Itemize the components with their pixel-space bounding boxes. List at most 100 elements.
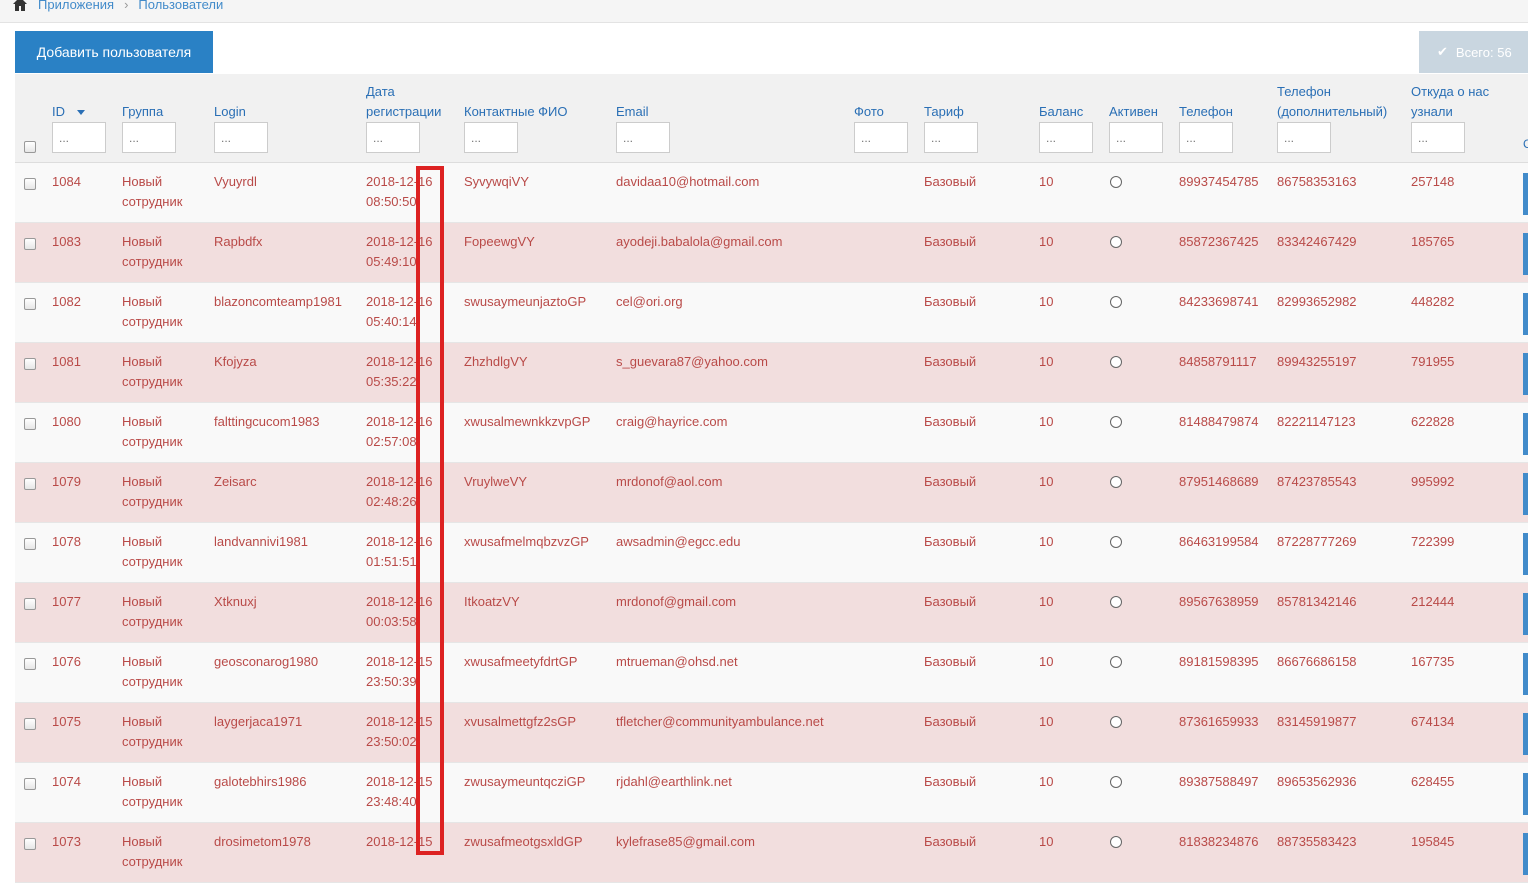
row-action-button[interactable] [1523,173,1528,215]
row-active-radio[interactable] [1110,656,1122,668]
column-header-active[interactable]: Активен [1109,102,1158,122]
row-checkbox[interactable] [24,658,36,670]
row-checkbox[interactable] [24,298,36,310]
row-email[interactable]: mrdonof@aol.com [616,472,722,492]
row-id[interactable]: 1077 [52,592,81,612]
column-header-fio[interactable]: Контактные ФИО [464,102,568,122]
row-id[interactable]: 1082 [52,292,81,312]
column-header-phone2-line2[interactable]: (дополнительный) [1277,102,1387,122]
row-login[interactable]: geosconarog1980 [214,652,318,672]
row-active-radio[interactable] [1110,776,1122,788]
row-active-radio[interactable] [1110,416,1122,428]
row-id[interactable]: 1078 [52,532,81,552]
row-id[interactable]: 1084 [52,172,81,192]
row-email[interactable]: craig@hayrice.com [616,412,727,432]
row-email[interactable]: s_guevara87@yahoo.com [616,352,768,372]
row-id[interactable]: 1080 [52,412,81,432]
row-login[interactable]: Zeisarc [214,472,257,492]
filter-id-input[interactable] [52,122,106,153]
row-action-button[interactable] [1523,653,1528,695]
row-login[interactable]: galotebhirs1986 [214,772,307,792]
row-action-button[interactable] [1523,353,1528,395]
column-header-source[interactable]: Откуда о нас [1411,82,1489,102]
column-header-phone2[interactable]: Телефон [1277,82,1331,102]
column-header-photo[interactable]: Фото [854,102,884,122]
row-id[interactable]: 1079 [52,472,81,492]
column-header-cut[interactable]: С [1523,134,1528,154]
row-action-button[interactable] [1523,233,1528,275]
breadcrumb-item-users[interactable]: Пользователи [138,0,223,11]
filter-tariff-input[interactable] [924,122,978,153]
filter-source-input[interactable] [1411,122,1465,153]
home-icon[interactable] [12,0,28,12]
filter-date-input[interactable] [366,122,420,153]
row-checkbox[interactable] [24,718,36,730]
table-row[interactable]: 1078 landvannivi1981 xwusafmelmqbzvzGP awsa… [15,523,1528,583]
table-row[interactable]: 1079 Zeisarc VruylweVY mrdonof@aol.com Базов… [15,463,1528,523]
column-header-group[interactable]: Группа [122,102,163,122]
table-row[interactable]: 1084 Vyuyrdl SyvywqiVY davidaa10@hotmail.co… [15,163,1528,223]
row-checkbox[interactable] [24,838,36,850]
sort-desc-icon[interactable] [77,110,85,115]
column-header-source-line2[interactable]: узнали [1411,102,1453,122]
row-email[interactable]: tfletcher@communityambulance.net [616,712,824,732]
row-email[interactable]: davidaa10@hotmail.com [616,172,759,192]
row-email[interactable]: ayodeji.babalola@gmail.com [616,232,782,252]
column-header-email[interactable]: Email [616,102,649,122]
column-header-date[interactable]: Дата [366,82,395,102]
column-header-balance[interactable]: Баланс [1039,102,1083,122]
filter-group-input[interactable] [122,122,176,153]
filter-balance-input[interactable] [1039,122,1093,153]
row-checkbox[interactable] [24,478,36,490]
row-email[interactable]: cel@ori.org [616,292,683,312]
table-row[interactable]: 1083 Rapbdfx FopeewgVY ayodeji.babalola@gma… [15,223,1528,283]
add-user-button[interactable]: Добавить пользователя [15,31,213,73]
filter-photo-input[interactable] [854,122,908,153]
filter-phone2-input[interactable] [1277,122,1331,153]
row-email[interactable]: awsadmin@egcc.edu [616,532,740,552]
row-login[interactable]: Vyuyrdl [214,172,257,192]
row-active-radio[interactable] [1110,596,1122,608]
column-header-date-line2[interactable]: регистрации [366,102,441,122]
row-action-button[interactable] [1523,713,1528,755]
row-id[interactable]: 1075 [52,712,81,732]
row-checkbox[interactable] [24,358,36,370]
table-row[interactable]: 1073 drosimetom1978 zwusafmeotgsxldGP kylef… [15,823,1528,883]
table-row[interactable]: 1075 laygerjaca1971 xvusalmettgfz2sGP tflet… [15,703,1528,763]
row-active-radio[interactable] [1110,536,1122,548]
row-login[interactable]: landvannivi1981 [214,532,308,552]
row-active-radio[interactable] [1110,836,1122,848]
row-checkbox[interactable] [24,178,36,190]
row-action-button[interactable] [1523,473,1528,515]
row-id[interactable]: 1076 [52,652,81,672]
row-action-button[interactable] [1523,593,1528,635]
row-active-radio[interactable] [1110,356,1122,368]
row-action-button[interactable] [1523,773,1528,815]
row-id[interactable]: 1083 [52,232,81,252]
row-action-button[interactable] [1523,833,1528,875]
row-id[interactable]: 1074 [52,772,81,792]
breadcrumb-item-apps[interactable]: Приложения [38,0,114,11]
column-header-phone[interactable]: Телефон [1179,102,1233,122]
row-active-radio[interactable] [1110,176,1122,188]
filter-email-input[interactable] [616,122,670,153]
row-login[interactable]: falttingcucom1983 [214,412,320,432]
table-row[interactable]: 1081 Kfojyza ZhzhdlgVY s_guevara87@yahoo.co… [15,343,1528,403]
row-active-radio[interactable] [1110,476,1122,488]
filter-fio-input[interactable] [464,122,518,153]
row-login[interactable]: blazoncomteamp1981 [214,292,342,312]
row-checkbox[interactable] [24,598,36,610]
table-row[interactable]: 1077 Xtknuxj ItkoatzVY mrdonof@gmail.com Баз… [15,583,1528,643]
row-email[interactable]: kylefrase85@gmail.com [616,832,755,852]
table-row[interactable]: 1076 geosconarog1980 xwusafmeetyfdrtGP mtru… [15,643,1528,703]
column-header-login[interactable]: Login [214,102,246,122]
row-checkbox[interactable] [24,418,36,430]
row-id[interactable]: 1073 [52,832,81,852]
row-active-radio[interactable] [1110,716,1122,728]
row-email[interactable]: mtrueman@ohsd.net [616,652,738,672]
table-row[interactable]: 1082 blazoncomteamp1981 swusaymeunjaztoGP c… [15,283,1528,343]
row-checkbox[interactable] [24,538,36,550]
filter-phone-input[interactable] [1179,122,1233,153]
row-login[interactable]: drosimetom1978 [214,832,311,852]
filter-login-input[interactable] [214,122,268,153]
